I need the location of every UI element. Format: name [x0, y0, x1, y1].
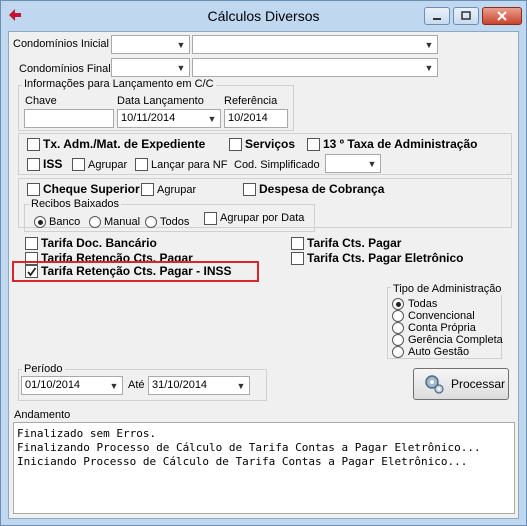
agrupar-iss-checkbox[interactable]	[72, 158, 85, 171]
maximize-icon	[461, 11, 471, 20]
andamento-label: Andamento	[14, 409, 71, 421]
tarifa-cts-pagar-checkbox[interactable]	[291, 237, 304, 250]
condominio-final-name-select[interactable]: ▼	[192, 58, 438, 77]
chevron-down-icon: ▼	[176, 39, 186, 50]
recibos-banco-label: Banco	[49, 216, 81, 228]
chevron-down-icon: ▼	[424, 62, 434, 73]
tx-adm-checkbox[interactable]	[27, 138, 40, 151]
lancamento-group-label: Informações para Lançamento em C/C	[22, 78, 216, 90]
cheque-superior-label: Cheque Superior	[43, 182, 140, 196]
tipo-admin-gerencia-label: Gerência Completa	[408, 334, 503, 346]
chave-input[interactable]	[24, 109, 114, 128]
minimize-icon	[433, 18, 441, 20]
tarifa-doc-bancario-label: Tarifa Doc. Bancário	[41, 236, 157, 250]
tipo-admin-convencional-radio[interactable]	[392, 310, 404, 322]
condominio-final-code-select[interactable]: ▼	[111, 58, 190, 77]
tipo-admin-auto-gestao-radio[interactable]	[392, 346, 404, 358]
tipo-admin-auto-gestao-label: Auto Gestão	[408, 346, 470, 358]
tipo-admin-todas-radio[interactable]	[392, 298, 404, 310]
taxa13-label: 13 º Taxa de Administração	[323, 137, 478, 151]
despesa-cobranca-checkbox[interactable]	[243, 183, 256, 196]
title-bar[interactable]: Cálculos Diversos	[1, 1, 526, 31]
recibos-banco-radio[interactable]	[34, 216, 46, 228]
periodo-inicio-picker[interactable]: 01/10/2014 ▼	[21, 376, 123, 395]
close-button[interactable]	[482, 7, 522, 25]
andamento-log[interactable]: Finalizado sem Erros. Finalizando Proces…	[13, 422, 515, 514]
agrupar-cheque-checkbox[interactable]	[141, 183, 154, 196]
servicos-checkbox[interactable]	[229, 138, 242, 151]
close-icon	[497, 11, 507, 21]
chevron-down-icon: ▼	[367, 158, 377, 169]
periodo-fim-picker[interactable]: 31/10/2014 ▼	[148, 376, 250, 395]
condominio-inicial-code-select[interactable]: ▼	[111, 35, 190, 54]
referencia-input[interactable]: 10/2014	[224, 109, 288, 128]
recibos-group-label: Recibos Baixados	[29, 198, 122, 210]
tipo-admin-conta-propria-label: Conta Própria	[408, 322, 476, 334]
agrupar-data-label: Agrupar por Data	[220, 212, 305, 224]
highlight-box	[12, 261, 259, 282]
tipo-admin-group-label: Tipo de Administração	[391, 283, 504, 295]
log-line: Finalizando Processo de Cálculo de Tarif…	[17, 441, 481, 454]
lancar-nf-label: Lançar para NF	[151, 159, 228, 171]
cheque-superior-checkbox[interactable]	[27, 183, 40, 196]
cod-simplificado-label: Cod. Simplificado	[234, 159, 320, 171]
chevron-down-icon: ▼	[176, 62, 186, 73]
maximize-button[interactable]	[453, 7, 479, 25]
periodo-label: Período	[22, 363, 65, 375]
cod-simplificado-select[interactable]: ▼	[325, 154, 381, 173]
processar-button[interactable]: Processar	[413, 368, 509, 400]
chevron-down-icon: ▼	[424, 39, 434, 50]
tx-adm-label: Tx. Adm./Mat. de Expediente	[43, 137, 206, 151]
recibos-manual-radio[interactable]	[89, 216, 101, 228]
minimize-button[interactable]	[424, 7, 450, 25]
recibos-todos-radio[interactable]	[145, 216, 157, 228]
log-line: Iniciando Processo de Cálculo de Tarifa …	[17, 455, 468, 468]
chevron-down-icon: ▼	[236, 380, 246, 391]
agrupar-cheque-label: Agrupar	[157, 184, 197, 196]
form-body: Condomínios Inicial ▼ ▼ Condomínios Fina…	[8, 31, 519, 519]
condominio-final-label: Condomínios Final	[19, 63, 111, 75]
main-window: Cálculos Diversos Condomínios Inicial ▼ …	[0, 0, 527, 526]
tarifa-cts-pagar-eletronico-checkbox[interactable]	[291, 252, 304, 265]
servicos-label: Serviços	[245, 137, 296, 151]
despesa-cobranca-label: Despesa de Cobrança	[259, 182, 385, 196]
condominio-inicial-name-select[interactable]: ▼	[192, 35, 438, 54]
tipo-admin-todas-label: Todas	[408, 298, 438, 310]
condominio-inicial-label: Condomínios Inicial	[13, 38, 109, 50]
chevron-down-icon: ▼	[207, 113, 217, 124]
tipo-admin-convencional-label: Convencional	[408, 310, 475, 322]
referencia-label: Referência	[224, 95, 278, 107]
processar-label: Processar	[451, 377, 506, 391]
tarifa-cts-pagar-label: Tarifa Cts. Pagar	[307, 236, 402, 250]
tarifa-doc-bancario-checkbox[interactable]	[25, 237, 38, 250]
iss-label: ISS	[43, 157, 63, 171]
periodo-ate-label: Até	[128, 379, 145, 391]
lancar-nf-checkbox[interactable]	[135, 158, 148, 171]
tipo-admin-conta-propria-radio[interactable]	[392, 322, 404, 334]
agrupar-iss-label: Agrupar	[88, 159, 128, 171]
tipo-admin-gerencia-radio[interactable]	[392, 334, 404, 346]
data-lancamento-picker[interactable]: 10/11/2014 ▼	[117, 109, 221, 128]
taxa13-checkbox[interactable]	[307, 138, 320, 151]
log-line: Finalizado sem Erros.	[17, 427, 157, 440]
gears-icon	[425, 375, 444, 394]
agrupar-data-checkbox[interactable]	[204, 212, 217, 225]
recibos-manual-label: Manual	[104, 216, 141, 228]
data-lancamento-label: Data Lançamento	[117, 95, 204, 107]
chevron-down-icon: ▼	[109, 380, 119, 391]
tarifa-cts-pagar-eletronico-label: Tarifa Cts. Pagar Eletrônico	[307, 251, 464, 265]
iss-checkbox[interactable]	[27, 158, 40, 171]
chave-label: Chave	[25, 95, 57, 107]
recibos-todos-label: Todos	[160, 216, 190, 228]
